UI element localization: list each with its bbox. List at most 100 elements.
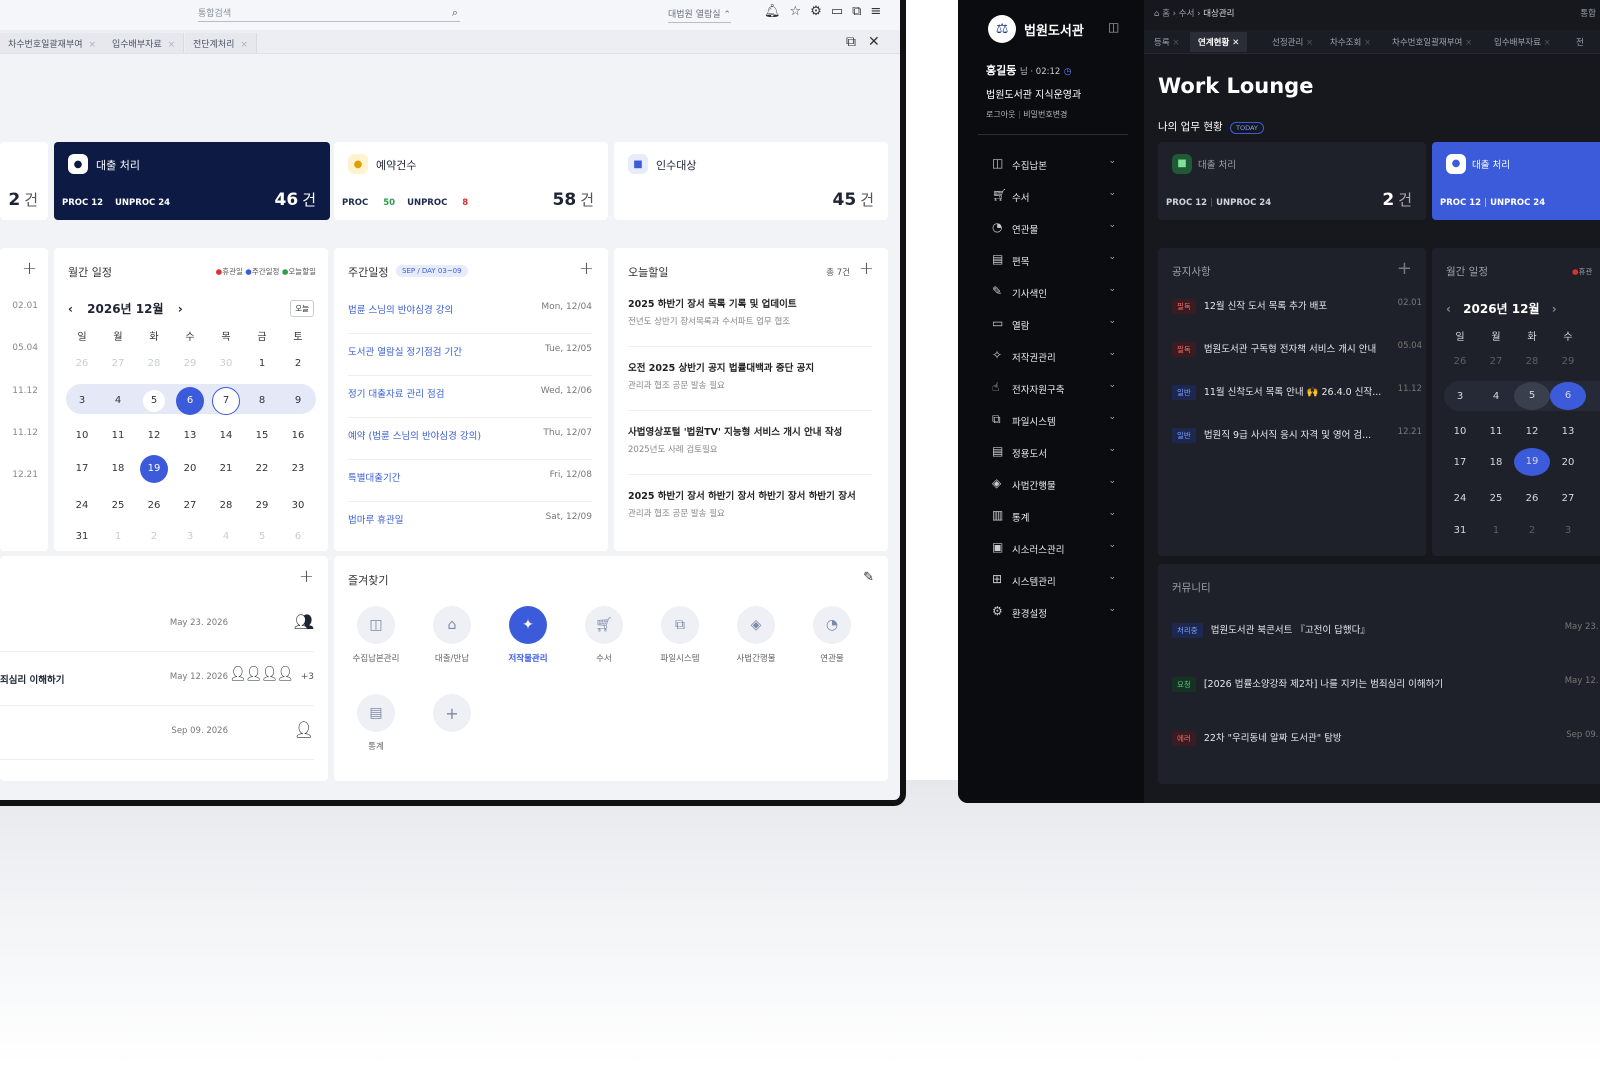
chevron-left-icon[interactable]: ‹ [1446, 302, 1451, 316]
list-item[interactable]: 필독 법원도서관 구독형 전자책 서비스 개시 안내 05.04 [1172, 341, 1422, 381]
favorite-item-active[interactable]: ✦ 저작물관리 [500, 606, 556, 664]
calendar-day[interactable]: 14 [208, 430, 244, 441]
list-item[interactable]: 2025 하반기 장서 하반기 장서 하반기 장서 하반기 장서 관리과 협조 공… [628, 476, 872, 539]
global-search-label[interactable]: 통합 [1580, 7, 1596, 19]
close-icon[interactable]: ✕ [1232, 38, 1239, 48]
restore-icon[interactable]: ⧉ [846, 34, 856, 50]
close-icon[interactable]: × [1465, 38, 1472, 48]
calendar-day[interactable]: 26 [1442, 356, 1478, 367]
add-icon[interactable]: + [299, 566, 314, 587]
tab-item[interactable]: 선정관리 × [1272, 36, 1313, 48]
calendar-day[interactable]: 28 [1514, 356, 1550, 367]
calendar-day-selected[interactable]: 6 [172, 386, 208, 416]
sidebar-item[interactable]: ◫ 수집납본 ⌄ [992, 154, 1116, 178]
list-item[interactable]: 도서관 열람실 정기점검 기간 Tue, 12/05 [348, 334, 592, 376]
calendar-day[interactable]: 23 [280, 454, 316, 484]
favorite-item[interactable]: ◔ 연관물 [804, 606, 860, 664]
list-item[interactable]: 2025 하반기 장서 목록 기록 및 업데이트 전년도 상반기 장서목록과 수서… [628, 284, 872, 347]
sidebar-item[interactable]: ▭ 열람 ⌄ [992, 314, 1116, 338]
logout-link[interactable]: 로그아웃 [986, 110, 1015, 119]
sidebar-item[interactable]: ⚙︎ 환경설정 ⌄ [992, 602, 1116, 626]
close-icon[interactable]: × [1306, 38, 1313, 48]
calendar-day[interactable]: 15 [244, 430, 280, 441]
list-item[interactable]: 사법영상포털 '법원TV' 지능형 서비스 개시 안내 작성 2025년도 사례 … [628, 412, 872, 475]
sidebar-item[interactable]: 🛒︎ 수서 ⌄ [992, 186, 1116, 210]
calendar-day[interactable]: 3 [1550, 525, 1586, 536]
list-item[interactable]: 예약 (법륜 스님의 반야심경 강의) Thu, 12/07 [348, 418, 592, 460]
menu-icon[interactable]: ≡ [870, 4, 881, 19]
star-icon[interactable]: ☆ [790, 4, 802, 19]
chevron-right-icon[interactable]: › [1552, 302, 1557, 316]
sidebar-item[interactable]: ▥ 통계 ⌄ [992, 506, 1116, 530]
calendar-day[interactable]: 17 [1442, 448, 1478, 478]
calendar-day[interactable]: 9 [280, 386, 316, 416]
sidebar-item[interactable]: ◔ 연관물 ⌄ [992, 218, 1116, 242]
list-item[interactable]: 요청 [2026 법률소양강좌 제2차] 나를 지키는 범죄심리 이해하기 May … [1172, 676, 1600, 716]
sidebar-item[interactable]: ⧉ 파일시스템 ⌄ [992, 410, 1116, 434]
favorite-item[interactable]: ⌂ 대출/반납 [424, 606, 480, 664]
sidebar-item[interactable]: ◈ 사법간행물 ⌄ [992, 474, 1116, 498]
calendar-day[interactable]: 25 [1478, 493, 1514, 504]
breadcrumb-item[interactable]: 홈 [1162, 9, 1170, 19]
close-icon[interactable]: × [89, 40, 97, 50]
calendar-day[interactable]: 3 [172, 531, 208, 542]
sidebar-item[interactable]: ✎ 기사색인 ⌄ [992, 282, 1116, 306]
calendar-day[interactable]: 30 [280, 500, 316, 511]
calendar-day[interactable]: 4 [208, 531, 244, 542]
stat-card-loan[interactable]: ● 대출 처리 PROC 12 UNPROC 24 46 건 [54, 142, 330, 220]
calendar-day[interactable]: 12 [136, 430, 172, 441]
calendar-day[interactable]: 2 [280, 358, 316, 369]
list-item[interactable]: 법륜 스님의 반야심경 강의 Mon, 12/04 [348, 292, 592, 334]
close-icon[interactable]: × [1364, 38, 1371, 48]
breadcrumb-item[interactable]: 수서 [1179, 9, 1195, 19]
calendar-day[interactable]: 29 [172, 358, 208, 369]
tab-item[interactable]: 전 [1576, 36, 1584, 48]
calendar-day[interactable]: 29 [244, 500, 280, 511]
stat-card-loan[interactable]: ■ 대출 처리 PROC 12 | UNPROC 24 2건 [1158, 142, 1426, 220]
sidebar-toggle-icon[interactable]: ◫ [1108, 20, 1119, 34]
calendar-day[interactable]: 22 [244, 454, 280, 484]
calendar-day-selected[interactable]: 6 [1550, 382, 1586, 412]
bell-icon[interactable]: 🔔︎ [764, 4, 781, 19]
calendar-day[interactable]: 2 [136, 531, 172, 542]
tab-item[interactable]: 입수배부자료 × [104, 33, 185, 53]
calendar-day[interactable]: 26 [64, 358, 100, 369]
calendar-day[interactable]: 18 [1478, 448, 1514, 478]
calendar-day[interactable]: 2 [1514, 525, 1550, 536]
calendar-day[interactable]: 28 [136, 358, 172, 369]
library-select[interactable]: 대법원 열람실 ⌃ [668, 7, 731, 23]
calendar-day[interactable]: 13 [172, 430, 208, 441]
calendar-day-today[interactable]: 19 [1514, 448, 1550, 478]
close-icon[interactable]: × [1544, 38, 1551, 48]
calendar-day[interactable]: 11 [100, 430, 136, 441]
calendar-day[interactable]: 7 [208, 386, 244, 416]
close-icon[interactable]: ✕ [868, 34, 880, 50]
list-item[interactable]: 죄심리 이해하기 May 12. 2026 👤︎👤︎👤︎👤︎ +3 [0, 652, 314, 706]
list-item[interactable]: 에러 22차 "우리동네 알짜 도서관" 탐방 Sep 09. 20 [1172, 730, 1600, 770]
calendar-day[interactable]: 12 [1514, 426, 1550, 437]
tab-item[interactable]: 등록 × [1154, 36, 1179, 48]
today-button[interactable]: 오늘 [290, 300, 314, 317]
calendar-day[interactable]: 17 [64, 454, 100, 484]
calendar-day[interactable]: 4 [1478, 382, 1514, 412]
list-item[interactable]: 필독 12월 신작 도서 목록 추가 배포 02.01 [1172, 298, 1422, 338]
chevron-right-icon[interactable]: › [178, 302, 183, 316]
chevron-left-icon[interactable]: ‹ [68, 302, 73, 316]
calendar-day[interactable]: 6 [280, 531, 316, 542]
sidebar-item[interactable]: ⊞ 시스템관리 ⌄ [992, 570, 1116, 594]
calendar-day[interactable]: 10 [64, 430, 100, 441]
list-item[interactable]: 일반 11월 신착도서 목록 안내 🙌 26.4.0 신작... 11.12 [1172, 384, 1422, 424]
stat-card-reserve[interactable]: ● 예약건수 PROC 50 UNPROC 8 58 건 [334, 142, 608, 220]
calendar-day[interactable]: 3 [64, 386, 100, 416]
sidebar-item[interactable]: ▣ 시소러스관리 ⌄ [992, 538, 1116, 562]
calendar-day[interactable]: 5 [244, 531, 280, 542]
calendar-day[interactable]: 5 [1514, 382, 1550, 412]
list-item[interactable]: 오전 2025 상반기 공지 법률대백과 중단 공지 관리과 협조 공문 발송 필… [628, 348, 872, 411]
calendar-day[interactable]: 10 [1442, 426, 1478, 437]
list-item[interactable]: 일반 법원직 9급 사서직 응시 자격 및 영어 검... 12.21 [1172, 427, 1422, 467]
folder-icon[interactable]: ▭ [831, 4, 843, 19]
calendar-day[interactable]: 24 [1442, 493, 1478, 504]
favorite-item[interactable]: ⧉ 파일시스템 [652, 606, 708, 664]
list-item[interactable]: 정기 대출자료 관리 점검 Wed, 12/06 [348, 376, 592, 418]
calendar-day[interactable]: 8 [244, 386, 280, 416]
